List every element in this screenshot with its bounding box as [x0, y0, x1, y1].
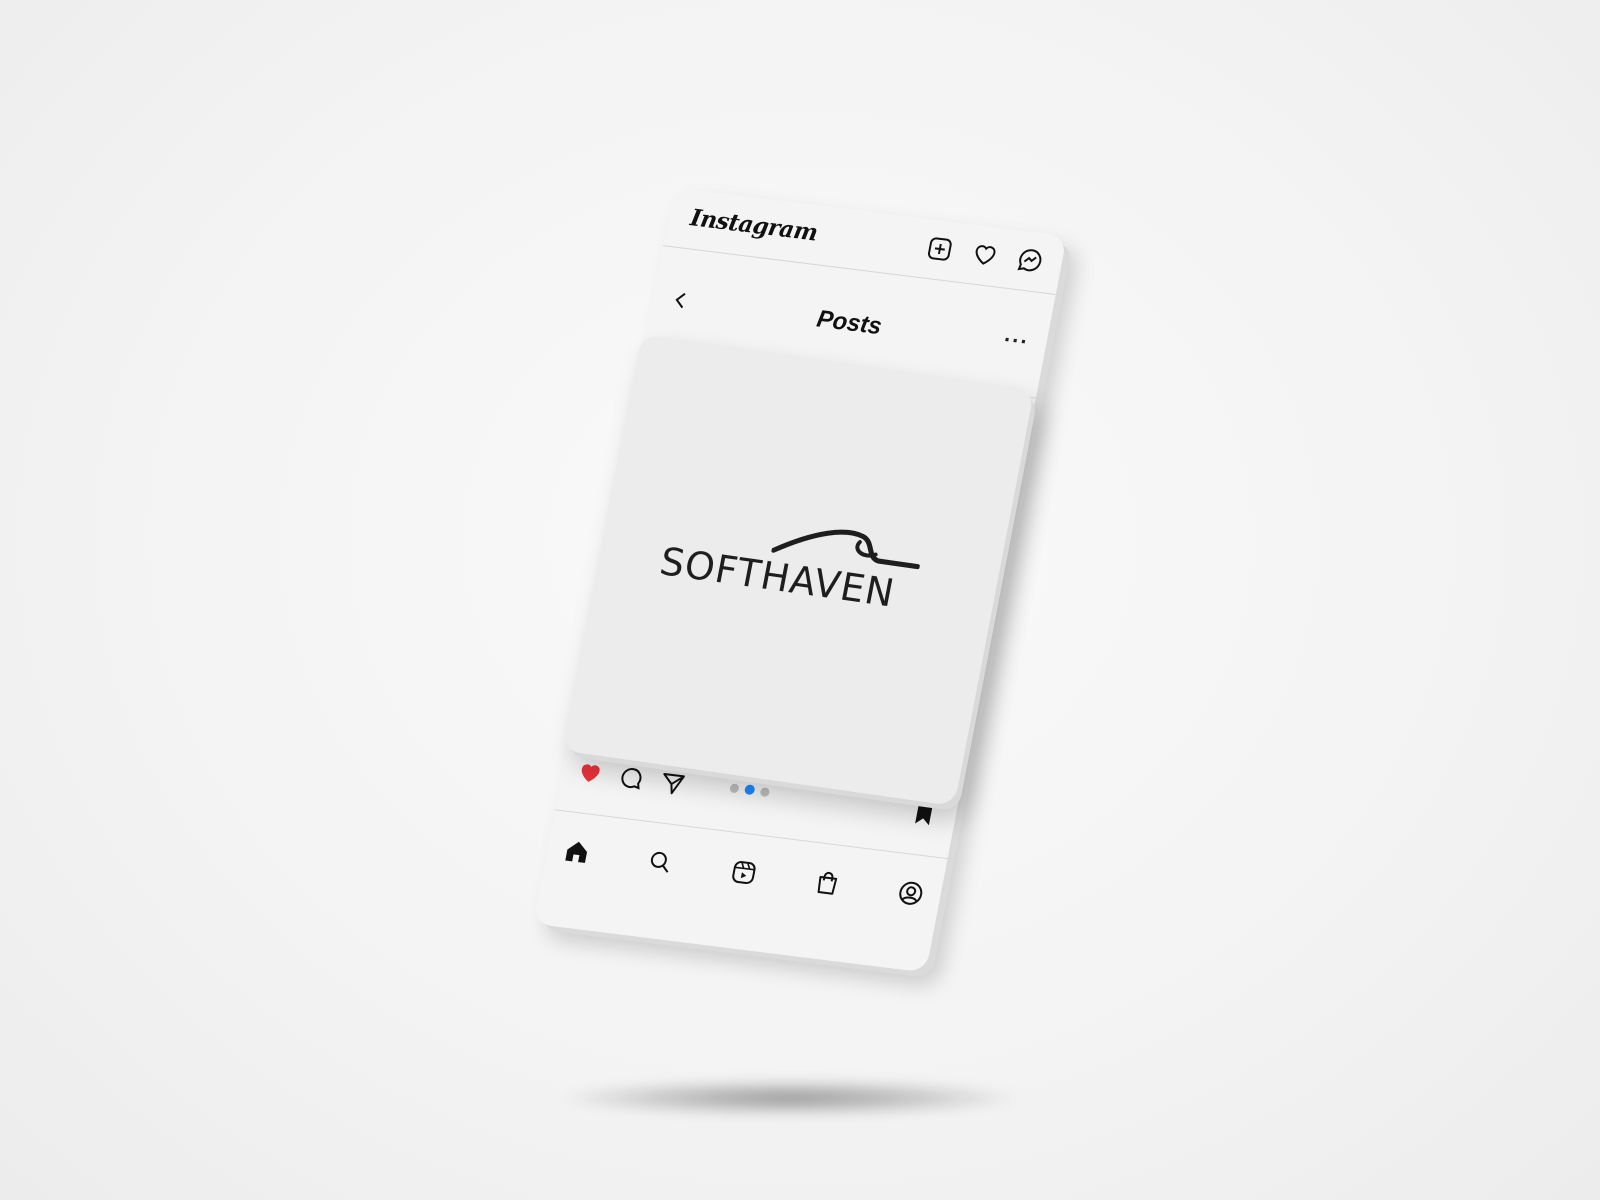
- floor-shadow: [560, 1080, 1020, 1116]
- mockup-stage: Instagram Posts ··· SOFTHAVEN: [0, 0, 1600, 1200]
- softhaven-logo: SOFTHAVEN: [655, 501, 937, 628]
- carousel-dot: [729, 782, 740, 793]
- profile-icon[interactable]: [894, 878, 927, 909]
- home-icon[interactable]: [561, 836, 594, 867]
- instagram-wordmark: Instagram: [688, 204, 820, 247]
- search-icon[interactable]: [644, 846, 677, 877]
- carousel-indicator: [729, 782, 771, 797]
- liked-heart-icon[interactable]: [574, 757, 607, 788]
- more-options-button[interactable]: ···: [1001, 327, 1031, 356]
- shop-icon[interactable]: [811, 867, 844, 898]
- heart-icon[interactable]: [969, 239, 1002, 270]
- new-post-icon[interactable]: [923, 233, 956, 264]
- share-icon[interactable]: [656, 768, 689, 799]
- carousel-dot: [759, 786, 771, 797]
- top-bar-icons: [923, 233, 1046, 276]
- comment-icon[interactable]: [615, 762, 648, 793]
- carousel-dot-active: [743, 784, 756, 796]
- reels-icon[interactable]: [727, 857, 760, 888]
- messenger-icon[interactable]: [1014, 245, 1047, 276]
- post-image-card[interactable]: SOFTHAVEN: [561, 333, 1035, 807]
